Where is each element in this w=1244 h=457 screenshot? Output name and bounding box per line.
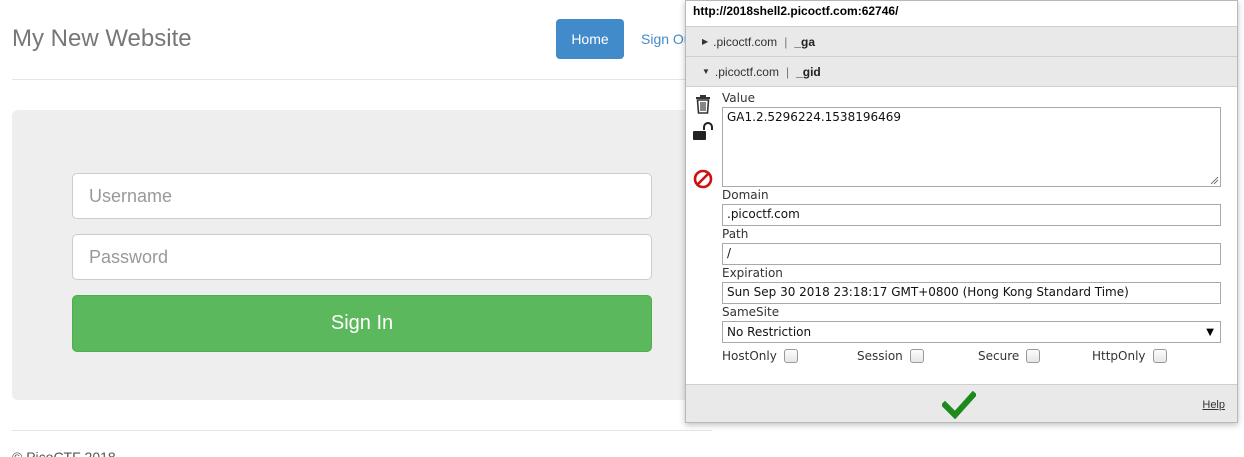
cookie-row-gid[interactable]: ▼ .picoctf.com | _gid — [686, 57, 1237, 87]
expiration-input[interactable]: Sun Sep 30 2018 23:18:17 GMT+0800 (Hong … — [722, 282, 1221, 304]
password-input[interactable] — [72, 234, 652, 280]
footer-copyright: © PicoCTF 2018 — [12, 449, 116, 457]
username-input[interactable] — [72, 173, 652, 219]
secure-flag[interactable]: Secure — [978, 349, 1041, 363]
expand-arrow-icon[interactable]: ▶ — [702, 37, 708, 46]
httponly-label: HttpOnly — [1092, 349, 1146, 363]
help-link[interactable]: Help — [1202, 399, 1225, 411]
cookie-separator: | — [784, 34, 788, 49]
cookie-name: _gid — [796, 64, 821, 79]
sign-in-button[interactable]: Sign In — [72, 295, 652, 352]
site-title: My New Website — [12, 25, 192, 52]
session-label: Session — [857, 349, 903, 363]
cookie-separator: | — [785, 64, 790, 79]
header-divider — [12, 79, 712, 80]
screen: My New Website Home Sign Out Sign In © P… — [0, 0, 1244, 457]
samesite-select[interactable]: No Restriction ▼ — [722, 321, 1221, 343]
expiration-label: Expiration — [722, 266, 783, 280]
path-input[interactable]: / — [722, 243, 1221, 265]
unlock-icon[interactable] — [692, 121, 714, 143]
popup-footer: Help — [686, 384, 1237, 422]
httponly-flag[interactable]: HttpOnly — [1092, 349, 1167, 363]
footer-divider — [12, 430, 712, 431]
cookie-editor-popup: http://2018shell2.picoctf.com:62746/ ▶ .… — [685, 0, 1238, 423]
value-label: Value — [722, 91, 755, 105]
cookie-domain: .picoctf.com — [714, 64, 779, 79]
collapse-arrow-icon[interactable]: ▼ — [702, 67, 710, 76]
session-checkbox[interactable] — [909, 349, 924, 363]
secure-checkbox[interactable] — [1026, 349, 1041, 363]
hostonly-checkbox[interactable] — [783, 349, 798, 363]
resize-grip-icon[interactable] — [1210, 176, 1219, 185]
home-button[interactable]: Home — [556, 19, 624, 59]
samesite-label: SameSite — [722, 305, 780, 319]
cookie-row-ga[interactable]: ▶ .picoctf.com | _ga — [686, 27, 1237, 57]
path-label: Path — [722, 227, 749, 241]
hostonly-flag[interactable]: HostOnly — [722, 349, 798, 363]
hostonly-label: HostOnly — [722, 349, 777, 363]
httponly-checkbox[interactable] — [1152, 349, 1167, 363]
cookie-domain: .picoctf.com — [713, 34, 778, 49]
domain-input[interactable]: .picoctf.com — [722, 204, 1221, 226]
value-text: GA1.2.5296224.1538196469 — [727, 110, 902, 124]
value-textarea[interactable]: GA1.2.5296224.1538196469 — [722, 107, 1221, 187]
checkmark-icon[interactable] — [942, 391, 976, 419]
cookie-name: _ga — [794, 34, 815, 49]
samesite-value: No Restriction — [727, 325, 812, 339]
block-icon[interactable] — [692, 168, 714, 190]
secure-label: Secure — [978, 349, 1020, 363]
cookie-editor-url: http://2018shell2.picoctf.com:62746/ — [686, 1, 1237, 27]
dropdown-arrow-icon: ▼ — [1206, 326, 1214, 338]
trash-icon[interactable] — [692, 93, 714, 115]
session-flag[interactable]: Session — [857, 349, 924, 363]
domain-label: Domain — [722, 188, 769, 202]
